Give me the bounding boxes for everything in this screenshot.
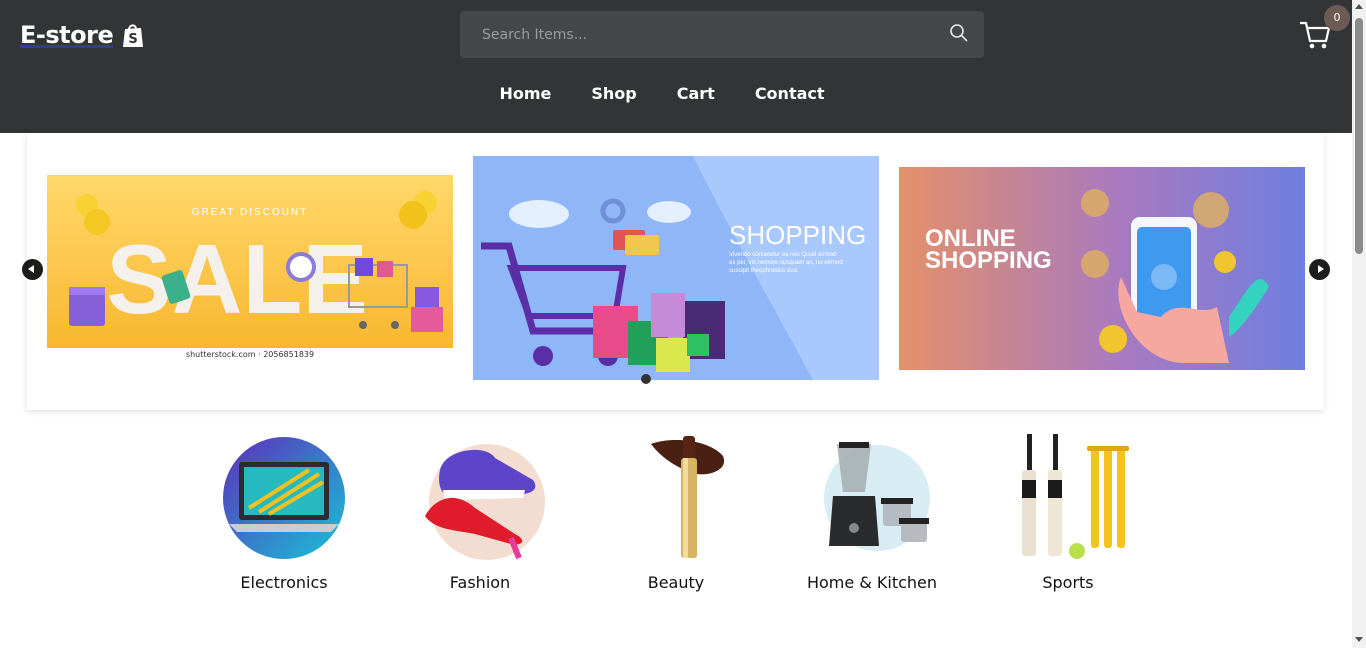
category-electronics[interactable]: Electronics	[204, 430, 364, 592]
category-fashion[interactable]: Fashion	[400, 430, 560, 592]
nav-shop[interactable]: Shop	[591, 84, 636, 103]
page-scrollbar[interactable]	[1352, 0, 1366, 648]
svg-text:Vivendo consetetur ea nec Quod: Vivendo consetetur ea nec Quod eirmod	[729, 252, 836, 258]
svg-text:ex per, vix nemore nusquam an,: ex per, vix nemore nusquam an, no eirmod	[729, 260, 843, 266]
lipstick-icon	[611, 430, 741, 560]
site-header: E-store S 0 Home Shop Cart Contact	[0, 0, 1352, 133]
svg-text:S: S	[129, 32, 138, 47]
search-bar	[460, 11, 984, 58]
cricket-bat-icon	[1003, 430, 1133, 560]
online-shopping-banner-art: ONLINE SHOPPING	[925, 189, 1269, 363]
category-sports[interactable]: Sports	[988, 430, 1148, 592]
svg-text:suscipit theophrastus duo.: suscipit theophrastus duo.	[729, 268, 799, 274]
nav-contact[interactable]: Contact	[755, 84, 825, 103]
sale-banner-art: GREAT DISCOUNT SALE	[69, 191, 443, 334]
banner-online-shopping[interactable]: ONLINE SHOPPING	[899, 167, 1305, 370]
svg-text:SHOPPING: SHOPPING	[729, 220, 866, 250]
shoe-icon	[415, 430, 545, 560]
mixer-grinder-icon	[807, 430, 937, 560]
category-home-kitchen[interactable]: Home & Kitchen	[792, 430, 952, 592]
cart-count-badge: 0	[1324, 5, 1350, 31]
banner-shopping[interactable]: SHOPPING Vivendo consetetur ea nec Quod …	[473, 156, 879, 380]
logo[interactable]: E-store S	[20, 18, 144, 52]
category-label: Sports	[1042, 573, 1094, 592]
logo-text: E-store	[20, 18, 114, 52]
svg-text:GREAT DISCOUNT: GREAT DISCOUNT	[192, 207, 309, 218]
carousel-indicator-dot[interactable]	[641, 374, 651, 384]
main-nav: Home Shop Cart Contact	[0, 84, 1352, 103]
category-label: Beauty	[647, 573, 705, 592]
category-label: Fashion	[449, 573, 511, 592]
laptop-icon	[219, 430, 349, 560]
hero-carousel: GREAT DISCOUNT SALE shutterstock.com · 2…	[22, 133, 1330, 410]
nav-home[interactable]: Home	[499, 84, 551, 103]
scroll-down-arrow-icon[interactable]	[1355, 637, 1363, 642]
banner-sale[interactable]: GREAT DISCOUNT SALE	[47, 175, 453, 348]
category-label: Home & Kitchen	[806, 573, 938, 592]
scroll-up-arrow-icon[interactable]	[1355, 4, 1363, 9]
carousel-prev-icon[interactable]	[22, 259, 43, 280]
scrollbar-thumb[interactable]	[1355, 18, 1363, 254]
nav-cart[interactable]: Cart	[677, 84, 715, 103]
svg-text:SALE: SALE	[106, 224, 367, 334]
category-beauty[interactable]: Beauty	[596, 430, 756, 592]
category-label: Electronics	[240, 573, 328, 592]
search-input[interactable]	[482, 11, 922, 58]
shopping-banner-art: SHOPPING Vivendo consetetur ea nec Quod …	[481, 156, 879, 380]
search-icon[interactable]	[949, 23, 969, 43]
carousel-next-icon[interactable]	[1309, 259, 1330, 280]
svg-text:SHOPPING: SHOPPING	[925, 247, 1052, 274]
banner-caption: shutterstock.com · 2056851839	[185, 350, 315, 359]
shopping-bag-icon: S	[123, 24, 144, 47]
